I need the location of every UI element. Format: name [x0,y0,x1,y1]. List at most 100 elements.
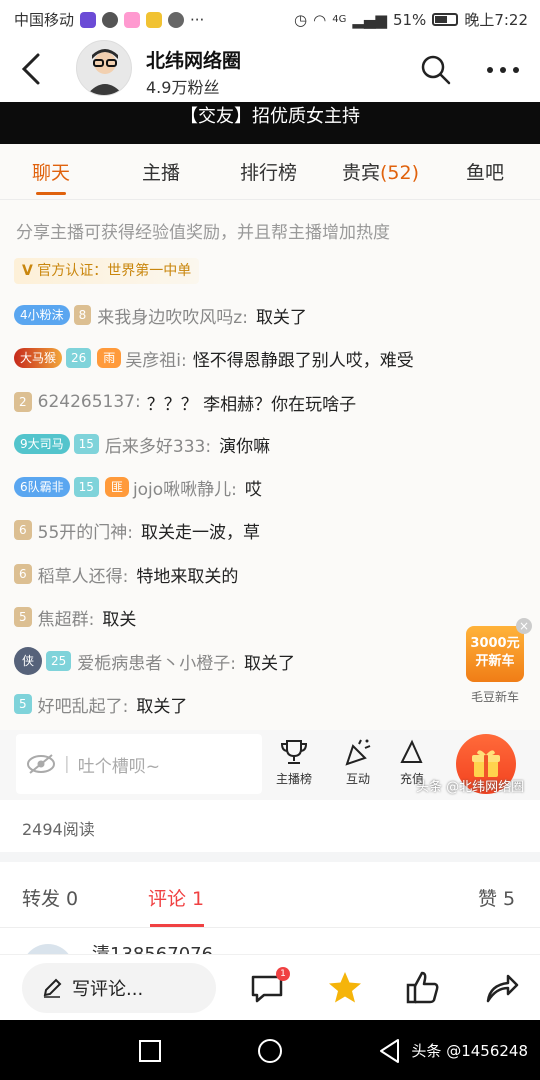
watermark: 头条 @北纬网络圈 [416,780,525,795]
more-options-icon[interactable] [486,66,520,74]
tab-chat[interactable]: 聊天 [32,158,70,185]
user-level-badge: 6 [14,520,32,540]
recent-apps-icon[interactable] [138,1039,162,1063]
system-nav-bar: 头条 @1456248 [0,1020,540,1080]
app-notification-icon [124,11,141,28]
chat-username[interactable]: 稻草人还得: [38,562,129,587]
comment-count-badge: 1 [276,967,290,981]
chat-text: 怪不得恩静跟了别人哎，难受 [192,350,414,371]
chat-text: 取关了 [136,696,188,717]
user-level-badge: 15 [73,477,99,497]
chat-username[interactable]: 吴彦祖i: [125,346,186,371]
pencil-icon [43,978,62,998]
fan-badge: 6队霸非 [14,477,70,497]
user-level-badge: 26 [66,348,92,368]
active-tab-indicator [36,192,66,195]
noble-badge: 匪 [104,477,129,497]
chat-text: 取关了 [255,307,307,328]
chat-username[interactable]: 来我身边吹吹风吗z: [97,303,248,328]
chat-message: 2 624265137: ？？？ 李相赫？你在玩啥子 [14,388,356,416]
ad-banner[interactable]: 3000元 开新车 [466,626,524,682]
user-level-badge: 8 [73,305,92,325]
user-level-badge: 25 [46,651,72,671]
active-tab-indicator [150,924,204,927]
chat-username[interactable]: 好吧乱起了: [38,692,129,717]
write-comment-label: 写评论... [72,979,144,1000]
close-icon[interactable]: × [516,618,532,634]
app-notification-icon [146,11,163,28]
guard-badge: 侠 [14,647,42,675]
follower-count: 4.9万粉丝 [146,78,220,97]
carrier-label: 中国移动 [14,11,75,29]
chat-message: 6 稻草人还得: 特地来取关的 [14,560,238,588]
tab-streamer[interactable]: 主播 [142,158,180,185]
chat-area[interactable]: 分享主播可获得经验值奖励，并且帮主播增加热度 V 官方认证：世界第一中单 4小粉… [0,200,540,730]
party-popper-icon [345,739,371,766]
tab-fishbar[interactable]: 鱼吧 [466,158,504,185]
status-bar: 中国移动 ··· ◷ ◠ 4G ▂▄▆ 51% 晚上7:22 [0,0,540,36]
chat-text: 哎 [244,479,262,500]
chat-username[interactable]: 焦超群: [38,605,95,630]
chat-text: 特地来取关的 [136,566,239,587]
danmu-placeholder: 吐个槽呗~ [77,756,160,777]
verified-banner: V 官方认证：世界第一中单 [14,258,200,284]
wifi-icon: ◠ [313,10,327,29]
stream-title: 【交友】招优质女主持 [180,106,360,127]
message-icon [168,11,185,28]
battery-icon [432,13,459,26]
back-arrow-icon[interactable] [20,52,42,86]
fan-badge: 4小粉沫 [14,305,70,325]
ad-label: 毛豆新车 [470,690,519,704]
chat-message: 侠 25 爱栀病患者丶小橙子: 取关了 [14,647,295,675]
chat-message: 6 55开的门神: 取关走一波，草 [14,516,260,544]
hide-danmu-icon[interactable] [26,753,56,775]
interact-button[interactable]: 互动 [328,736,388,796]
like-thumb-icon[interactable] [404,969,442,1007]
chat-message: 大马猴 26 雨 吴彦祖i: 怪不得恩静跟了别人哎，难受 [14,344,414,372]
chat-username[interactable]: jojo啾啾静儿: [133,475,237,500]
chat-text: 取关 [102,609,137,630]
chat-username[interactable]: 后来多好333: [105,432,211,457]
streamer-rank-label: 主播榜 [275,772,312,786]
battery-percent: 51% [392,10,427,29]
danmu-input[interactable]: | 吐个槽呗~ [16,734,262,794]
user-level-badge: 5 [14,694,32,714]
recharge-icon [400,739,423,763]
ad-line2: 开新车 [475,654,515,669]
chat-message: 4小粉沫 8 来我身边吹吹风吗z: 取关了 [14,301,307,329]
chat-username[interactable]: 55开的门神: [38,518,133,543]
tab-like[interactable]: 赞 5 [478,884,515,911]
alarm-icon: ◷ [294,10,308,29]
tab-repost[interactable]: 转发 0 [22,884,78,911]
bottom-action-bar: 写评论... 1 [0,954,540,1020]
chat-username[interactable]: 624265137: [38,392,141,412]
share-arrow-icon[interactable] [482,969,520,1007]
chat-username[interactable]: 爱栀病患者丶小橙子: [77,649,236,674]
favorite-star-icon[interactable] [326,969,364,1007]
streamer-rank-button[interactable]: 主播榜 [264,736,324,796]
article-header: 北纬网络圈 4.9万粉丝 [0,36,540,102]
chat-text: 取关了 [244,653,296,674]
input-divider: | [64,754,70,774]
back-icon[interactable] [378,1038,402,1064]
search-icon[interactable] [420,54,452,86]
author-name[interactable]: 北纬网络圈 [146,46,241,73]
author-avatar[interactable] [76,40,132,96]
car-ad-widget[interactable]: 3000元 开新车 × 毛豆新车 [464,618,532,710]
user-level-badge: 6 [14,564,32,584]
tab-comment[interactable]: 评论 1 [148,884,204,911]
chat-text: ？？？ 李相赫？你在玩啥子 [146,394,357,415]
clock: 晚上7:22 [464,11,528,29]
user-level-badge: 2 [14,392,32,412]
vip-count: (52) [380,162,420,184]
home-icon[interactable] [256,1037,284,1065]
read-count: 2494阅读 [22,820,95,839]
chat-input-bar: | 吐个槽呗~ 主播榜 互动 充值 头条 @北纬网络圈 [0,730,540,800]
write-comment-button[interactable]: 写评论... [22,963,216,1013]
chat-text: 取关走一波，草 [141,522,260,543]
tab-ranking[interactable]: 排行榜 [240,158,297,185]
tab-vip[interactable]: 贵宾(52) [342,158,419,185]
network-type: 4G [332,14,347,25]
fan-badge: 大马猴 [14,348,63,368]
trophy-icon [280,740,308,764]
